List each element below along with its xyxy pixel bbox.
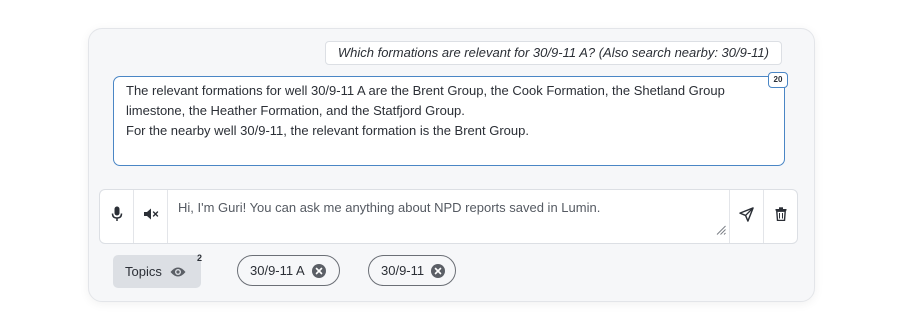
send-icon [739,206,754,227]
trash-icon [775,207,787,226]
mute-button[interactable] [134,190,168,243]
answer-line: The relevant formations for well 30/9-11… [126,83,725,118]
topics-count-badge: 2 [197,253,203,263]
message-input-wrap [168,190,729,243]
topics-button[interactable]: Topics [113,255,201,288]
chat-panel: Which formations are relevant for 30/9-1… [88,28,815,302]
close-circle-icon[interactable] [431,263,446,278]
resize-handle-icon[interactable] [716,222,726,240]
speaker-muted-icon [143,207,159,226]
topic-chip-label: 30/9-11 [381,263,425,278]
close-circle-icon[interactable] [311,263,326,278]
topic-chip-label: 30/9-11 A [250,263,305,278]
user-question: Which formations are relevant for 30/9-1… [324,41,782,65]
eye-icon [170,266,186,278]
message-composer [99,189,798,244]
answer-line: For the nearby well 30/9-11, the relevan… [126,123,529,138]
topic-chip: 30/9-11 A [237,255,340,286]
microphone-button[interactable] [100,190,134,243]
assistant-answer: The relevant formations for well 30/9-11… [113,72,788,166]
topic-chip: 30/9-11 [368,255,456,286]
delete-button[interactable] [763,190,797,243]
send-button[interactable] [729,190,763,243]
topics-label: Topics [125,264,162,279]
message-input[interactable] [168,190,729,243]
microphone-icon [111,206,123,227]
answer-count-badge: 20 [768,72,788,88]
